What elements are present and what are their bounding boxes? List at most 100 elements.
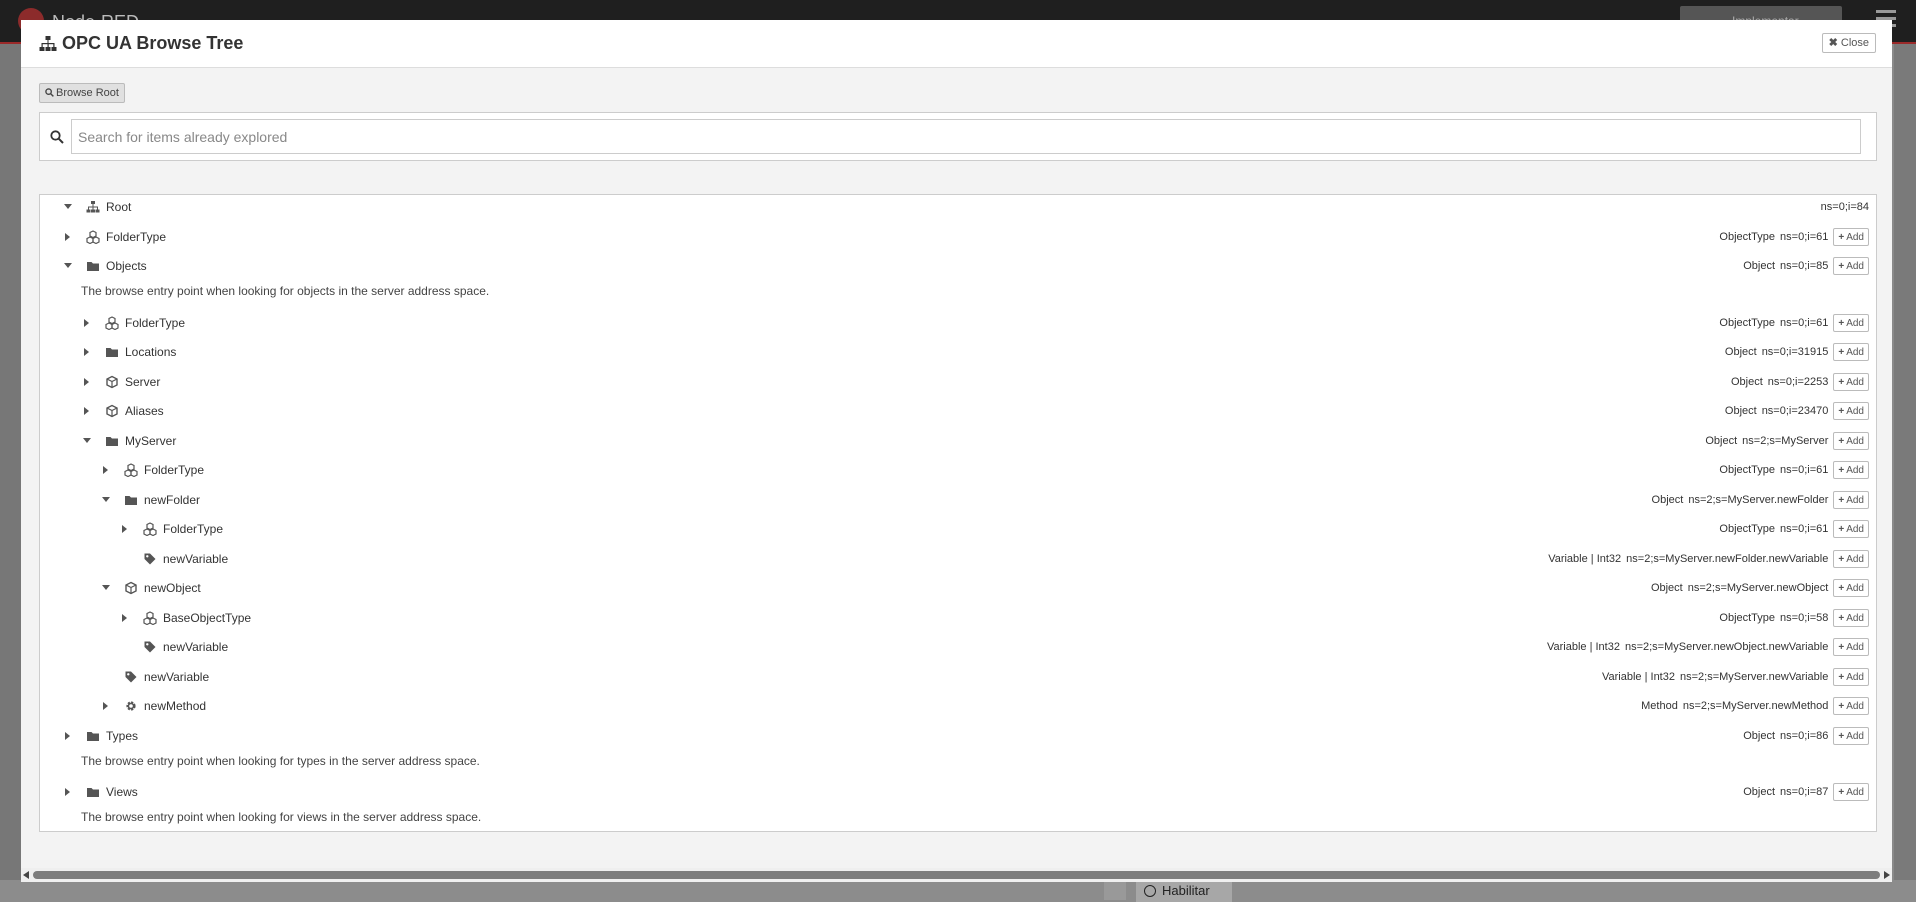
tree-node-meta: Variable | Int32 ns=2;s=MyServer.newFolde… — [1548, 549, 1869, 569]
tree-node-meta: Object ns=0;i=87 + Add — [1743, 782, 1869, 802]
node-id-label: ns=0;i=2253 — [1767, 375, 1829, 388]
add-node-button[interactable]: + Add — [1833, 783, 1869, 801]
add-label: Add — [1846, 671, 1864, 683]
add-node-button[interactable]: + Add — [1833, 520, 1869, 538]
caret-down-icon[interactable] — [64, 263, 72, 268]
caret-right-icon[interactable] — [103, 466, 108, 474]
tree-node-label: newVariable — [163, 640, 229, 654]
caret-down-icon[interactable] — [83, 437, 91, 443]
tree-node-root[interactable]: Root ns=0;i=84 — [40, 196, 1876, 218]
plus-icon: + — [1838, 261, 1845, 272]
browse-root-button[interactable]: Browse Root — [39, 83, 125, 103]
node-type-label: Object — [1743, 729, 1776, 742]
plus-icon: + — [1838, 583, 1845, 594]
caret-right-icon[interactable] — [65, 731, 70, 740]
tree-node-label: Root — [106, 200, 132, 214]
add-node-button[interactable]: + Add — [1833, 343, 1869, 361]
tree-node-foldertype[interactable]: FolderType ObjectType ns=0;i=61 + Add — [40, 518, 1876, 540]
cubes-icon — [124, 463, 138, 477]
folder-icon — [87, 262, 99, 271]
caret-right-icon[interactable] — [103, 702, 108, 710]
tree-node-views[interactable]: Views Object ns=0;i=87 + Add — [40, 781, 1876, 803]
caret-right-icon[interactable] — [122, 525, 127, 533]
hamburger-menu-icon[interactable] — [1876, 10, 1896, 13]
tree-node-newmethod[interactable]: newMethod Method ns=2;s=MyServer.newMethod… — [40, 695, 1876, 717]
tree-node-newobject[interactable]: newObject Object ns=2;s=MyServer.newObject… — [40, 577, 1876, 599]
add-node-button[interactable]: + Add — [1833, 579, 1869, 597]
add-label: Add — [1846, 347, 1864, 358]
tree-node-foldertype[interactable]: FolderType ObjectType ns=0;i=61 + Add — [40, 459, 1876, 481]
tree-node-foldertype[interactable]: FolderType ObjectType ns=0;i=61 + Add — [40, 312, 1876, 334]
close-icon: ✖ — [1828, 37, 1838, 49]
add-node-button[interactable]: + Add — [1833, 638, 1869, 656]
add-node-button[interactable]: + Add — [1833, 402, 1869, 420]
search-input[interactable] — [71, 119, 1861, 154]
tree-node-label: BaseObjectType — [163, 610, 252, 625]
node-id-label: ns=0;i=61 — [1780, 464, 1829, 476]
add-node-button[interactable]: + Add — [1833, 313, 1869, 332]
tree-node-label: Locations — [125, 345, 177, 359]
caret-right-icon[interactable] — [84, 377, 89, 386]
tree-node-types[interactable]: Types Object ns=0;i=86 + Add — [40, 725, 1876, 747]
tree-node-meta: Object ns=2;s=MyServer.newFolder + Add — [1652, 490, 1869, 510]
plus-icon: + — [1838, 642, 1845, 653]
node-id-label: ns=2;s=MyServer.newFolder — [1688, 493, 1829, 506]
plus-icon: + — [1838, 553, 1845, 565]
add-node-button[interactable]: + Add — [1833, 608, 1869, 627]
add-node-button[interactable]: + Add — [1833, 726, 1869, 745]
caret-right-icon[interactable] — [122, 613, 127, 622]
habilitar-button[interactable]: Habilitar — [1136, 880, 1232, 902]
node-type-label: ObjectType — [1719, 464, 1776, 476]
cubes-icon — [105, 315, 119, 330]
caret-right-icon[interactable] — [84, 348, 89, 356]
close-button[interactable]: ✖ Close — [1821, 33, 1876, 53]
search-icon — [45, 88, 54, 97]
tree-node-myserver[interactable]: MyServer Object ns=2;s=MyServer + Add — [40, 430, 1876, 452]
node-id-label: ns=0;i=61 — [1780, 523, 1829, 535]
caret-right-icon[interactable] — [84, 318, 89, 327]
node-type-label: Variable | Int32 — [1602, 670, 1675, 683]
add-node-button[interactable]: + Add — [1833, 667, 1869, 686]
caret-right-icon[interactable] — [65, 788, 70, 796]
add-label: Add — [1846, 465, 1864, 476]
caret-down-icon[interactable] — [102, 585, 110, 590]
caret-down-icon[interactable] — [102, 496, 110, 502]
node-type-label: Object — [1705, 434, 1738, 447]
tree-node-foldertype[interactable]: FolderType ObjectType ns=0;i=61 + Add — [40, 226, 1876, 248]
add-node-button[interactable]: + Add — [1833, 372, 1869, 391]
node-id-label: ns=0;i=61 — [1780, 316, 1829, 329]
tree-node-baseobjecttype[interactable]: BaseObjectType ObjectType ns=0;i=58 + Add — [40, 607, 1876, 629]
add-node-button[interactable]: + Add — [1833, 431, 1869, 450]
scroll-left-icon[interactable] — [23, 871, 29, 879]
tree-node-meta: ObjectType ns=0;i=58 + Add — [1719, 608, 1869, 628]
tree-node-newfolder[interactable]: newFolder Object ns=2;s=MyServer.newFolder… — [40, 489, 1876, 511]
plus-icon: + — [1838, 376, 1845, 388]
tree-node-aliases[interactable]: Aliases Object ns=0;i=23470 + Add — [40, 400, 1876, 422]
scrollbar-thumb[interactable] — [33, 871, 1880, 879]
add-node-button[interactable]: + Add — [1833, 257, 1869, 275]
horizontal-scrollbar[interactable] — [21, 868, 1892, 882]
tree-node-meta: Object ns=0;i=31915 + Add — [1725, 342, 1869, 362]
book-icon[interactable] — [1104, 882, 1126, 900]
tree-node-newvariable[interactable]: newVariable Variable | Int32 ns=2;s=MyServ… — [40, 548, 1876, 570]
tree-node-objects[interactable]: Objects Object ns=0;i=85 + Add — [40, 255, 1876, 277]
add-node-button[interactable]: + Add — [1833, 227, 1869, 246]
gear-icon — [126, 701, 136, 711]
tree-node-server[interactable]: Server Object ns=0;i=2253 + Add — [40, 371, 1876, 393]
tree-node-meta: Object ns=2;s=MyServer + Add — [1705, 431, 1869, 451]
browse-tree: Root ns=0;i=84 FolderType ObjectType ns=0;i=… — [39, 194, 1877, 832]
add-node-button[interactable]: + Add — [1833, 490, 1869, 509]
tree-node-newvariable[interactable]: newVariable Variable | Int32 ns=2;s=MyServ… — [40, 636, 1876, 658]
caret-right-icon[interactable] — [84, 407, 89, 415]
tree-node-newvariable[interactable]: newVariable Variable | Int32 ns=2;s=MyServ… — [40, 666, 1876, 688]
tree-node-locations[interactable]: Locations Object ns=0;i=31915 + Add — [40, 341, 1876, 363]
node-id-label: ns=0;i=31915 — [1761, 346, 1829, 358]
add-label: Add — [1846, 642, 1864, 653]
caret-down-icon[interactable] — [64, 204, 72, 209]
add-node-button[interactable]: + Add — [1833, 697, 1869, 715]
add-node-button[interactable]: + Add — [1833, 461, 1869, 479]
node-id-label: ns=0;i=61 — [1780, 230, 1829, 243]
caret-right-icon[interactable] — [65, 232, 70, 241]
add-node-button[interactable]: + Add — [1833, 549, 1869, 568]
scroll-right-icon[interactable] — [1884, 871, 1890, 879]
